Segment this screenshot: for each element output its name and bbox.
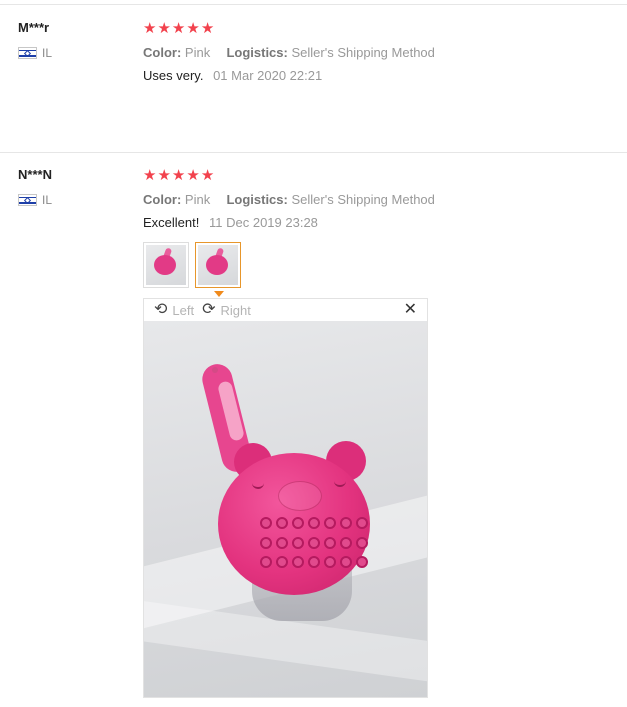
- selected-thumbnail-caret: [214, 291, 224, 297]
- color-label: Color:: [143, 192, 182, 207]
- review-date: 01 Mar 2020 22:21: [213, 68, 323, 83]
- review-divider: [0, 152, 627, 153]
- star-icon: ★: [157, 167, 171, 184]
- review-content: ★ ★ ★ ★ ★ Color: Pink Logistics: Seller'…: [143, 167, 435, 230]
- review-text: Excellent!: [143, 215, 200, 230]
- reviewer-info: N***N IL: [18, 167, 52, 207]
- star-icon: ★: [186, 20, 200, 37]
- logistics-value: Seller's Shipping Method: [291, 192, 435, 207]
- color-value: Pink: [184, 45, 211, 60]
- logistics-value: Seller's Shipping Method: [291, 45, 435, 60]
- star-icon: ★: [200, 20, 215, 37]
- review-item: M***r IL ★ ★ ★ ★ ★ Color: Pink Logistics…: [0, 20, 627, 140]
- country-code: IL: [42, 193, 53, 207]
- reviewer-info: M***r IL: [18, 20, 52, 60]
- review-item: N***N IL ★ ★ ★ ★ ★ Color: Pink Logistics…: [0, 167, 627, 247]
- star-rating: ★ ★ ★ ★ ★: [143, 20, 435, 38]
- rotate-left-button[interactable]: ⟲ Left: [154, 302, 194, 318]
- star-icon: ★: [200, 167, 215, 184]
- reviewer-country: IL: [18, 46, 52, 60]
- rotate-right-label: Right: [220, 302, 251, 318]
- thumbnail-image: [198, 245, 238, 285]
- order-attributes: Color: Pink Logistics: Seller's Shipping…: [143, 45, 435, 60]
- star-icon: ★: [171, 167, 186, 184]
- review-text: Uses very.: [143, 68, 204, 83]
- photo-thumbnail[interactable]: [143, 242, 189, 288]
- photo-thumbnail-selected[interactable]: [195, 242, 241, 288]
- close-icon[interactable]: ✕: [404, 301, 417, 319]
- thumbnail-image: [146, 245, 186, 285]
- color-label: Color:: [143, 45, 182, 60]
- review-text-row: Uses very. 01 Mar 2020 22:21: [143, 68, 435, 83]
- rotate-right-icon: ⟳: [202, 301, 216, 318]
- photo-viewer: ⟲ Left ⟳ Right ✕: [143, 298, 428, 698]
- review-date: 11 Dec 2019 23:28: [209, 215, 318, 230]
- star-icon: ★: [171, 20, 186, 37]
- star-rating: ★ ★ ★ ★ ★: [143, 167, 435, 185]
- reviewer-country: IL: [18, 193, 52, 207]
- star-icon: ★: [143, 20, 157, 37]
- country-code: IL: [42, 46, 53, 60]
- rotate-left-label: Left: [172, 302, 195, 318]
- order-attributes: Color: Pink Logistics: Seller's Shipping…: [143, 192, 435, 207]
- review-photo: [144, 321, 427, 697]
- israel-flag-icon: [18, 47, 37, 59]
- viewer-toolbar: ⟲ Left ⟳ Right ✕: [144, 299, 427, 321]
- reviewer-name: N***N: [18, 167, 52, 182]
- color-value: Pink: [184, 192, 211, 207]
- top-divider: [0, 4, 627, 5]
- review-content: ★ ★ ★ ★ ★ Color: Pink Logistics: Seller'…: [143, 20, 435, 83]
- rotate-left-icon: ⟲: [154, 301, 168, 318]
- star-icon: ★: [186, 167, 200, 184]
- rotate-right-button[interactable]: ⟳ Right: [202, 302, 251, 318]
- star-icon: ★: [157, 20, 171, 37]
- star-icon: ★: [143, 167, 157, 184]
- logistics-label: Logistics:: [226, 192, 288, 207]
- reviewer-name: M***r: [18, 20, 50, 35]
- logistics-label: Logistics:: [226, 45, 288, 60]
- israel-flag-icon: [18, 194, 37, 206]
- review-text-row: Excellent! 11 Dec 2019 23:28: [143, 215, 435, 230]
- review-photo-thumbnails: [143, 242, 241, 288]
